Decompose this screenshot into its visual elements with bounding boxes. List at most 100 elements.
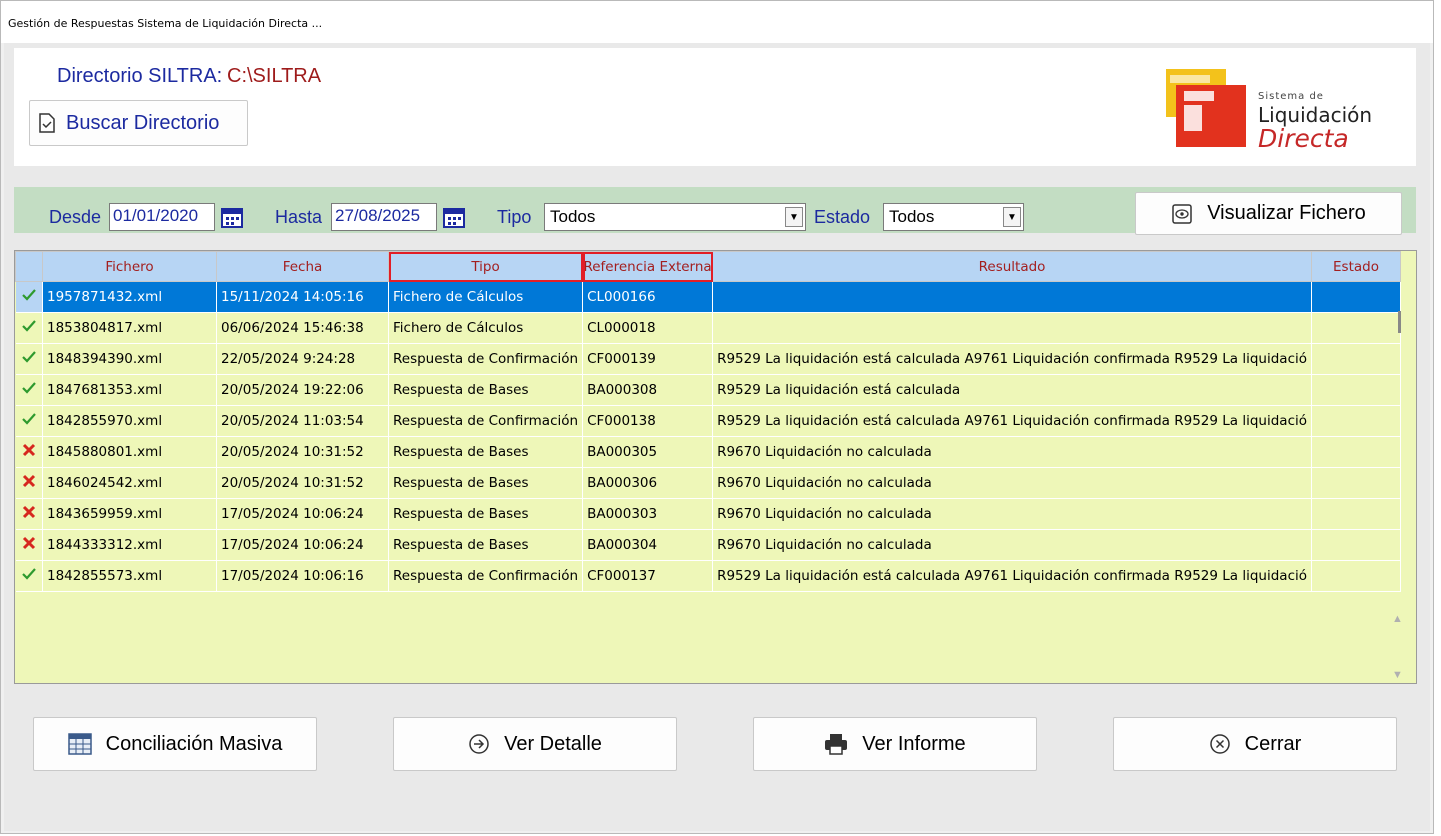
cell-tipo: Respuesta de Confirmación xyxy=(388,560,584,592)
row-status-cell xyxy=(15,281,43,313)
cell-resultado: R9670 Liquidación no calculada xyxy=(712,498,1312,530)
calendar-icon[interactable] xyxy=(220,205,244,229)
calendar-icon[interactable] xyxy=(442,205,466,229)
table-row[interactable]: 1843659959.xml 17/05/2024 10:06:24 Respues… xyxy=(15,498,1401,530)
estado-select-value: Todos xyxy=(889,207,935,226)
ver-detalle-button[interactable]: Ver Detalle xyxy=(393,717,677,771)
estado-select[interactable]: Todos ▼ xyxy=(883,203,1024,231)
cell-resultado: R9670 Liquidación no calculada xyxy=(712,529,1312,561)
cell-fichero: 1957871432.xml xyxy=(42,281,217,313)
app-window: Gestión de Respuestas Sistema de Liquida… xyxy=(0,0,1434,834)
cell-resultado: R9529 La liquidación está calculada xyxy=(712,374,1312,406)
cell-fecha: 20/05/2024 19:22:06 xyxy=(216,374,389,406)
responses-table: Fichero Fecha Tipo Referencia Externa Re… xyxy=(15,251,1401,592)
cell-fichero: 1848394390.xml xyxy=(42,343,217,375)
checkmark-icon xyxy=(21,320,36,332)
row-status-cell xyxy=(15,343,43,375)
printer-icon xyxy=(825,734,848,755)
grid-body: 1957871432.xml 15/11/2024 14:05:16 Fichero… xyxy=(15,281,1401,592)
view-file-icon xyxy=(1172,203,1192,224)
chevron-down-icon[interactable]: ▼ xyxy=(785,207,803,227)
column-header-referencia[interactable]: Referencia Externa xyxy=(582,251,714,282)
row-status-cell xyxy=(15,467,43,499)
cell-referencia: CL000018 xyxy=(582,312,714,344)
row-status-cell xyxy=(15,312,43,344)
logo-line1: Sistema de xyxy=(1258,91,1324,102)
cell-resultado xyxy=(712,312,1312,344)
arrow-right-circle-icon xyxy=(469,734,489,754)
cell-estado xyxy=(1311,374,1401,406)
error-x-icon xyxy=(22,474,35,488)
cell-referencia: CF000137 xyxy=(582,560,714,592)
tipo-select[interactable]: Todos ▼ xyxy=(544,203,806,231)
cell-estado xyxy=(1311,312,1401,344)
directory-label: Directorio SILTRA: xyxy=(57,65,223,87)
column-header-fecha[interactable]: Fecha xyxy=(216,251,389,282)
cell-fichero: 1842855573.xml xyxy=(42,560,217,592)
scrollbar-thumb[interactable] xyxy=(1398,311,1401,333)
grid-header-row: Fichero Fecha Tipo Referencia Externa Re… xyxy=(15,251,1401,282)
cell-fichero: 1842855970.xml xyxy=(42,405,217,437)
hasta-date-input[interactable]: 27/08/2025 xyxy=(331,203,437,231)
cell-fecha: 20/05/2024 10:31:52 xyxy=(216,467,389,499)
estado-label: Estado xyxy=(814,207,871,227)
cell-referencia: CF000138 xyxy=(582,405,714,437)
visualizar-fichero-label: Visualizar Fichero xyxy=(1207,202,1366,224)
desde-label: Desde xyxy=(49,207,102,227)
table-row[interactable]: 1847681353.xml 20/05/2024 19:22:06 Respues… xyxy=(15,374,1401,406)
cell-resultado: R9670 Liquidación no calculada xyxy=(712,436,1312,468)
table-row[interactable]: 1842855573.xml 17/05/2024 10:06:16 Respues… xyxy=(15,560,1401,592)
cell-estado xyxy=(1311,281,1401,313)
checkmark-icon xyxy=(21,568,36,580)
cell-estado xyxy=(1311,498,1401,530)
responses-grid: Fichero Fecha Tipo Referencia Externa Re… xyxy=(14,250,1417,684)
row-status-cell xyxy=(15,405,43,437)
title-bar: Gestión de Respuestas Sistema de Liquida… xyxy=(1,1,1433,43)
column-header-status xyxy=(15,251,43,282)
tipo-select-value: Todos xyxy=(550,207,596,226)
cell-estado xyxy=(1311,405,1401,437)
cell-tipo: Respuesta de Confirmación xyxy=(388,405,584,437)
cell-referencia: BA000305 xyxy=(582,436,714,468)
visualizar-fichero-button[interactable]: Visualizar Fichero xyxy=(1135,192,1402,235)
table-row[interactable]: 1848394390.xml 22/05/2024 9:24:28 Respuest… xyxy=(15,343,1401,375)
column-header-tipo[interactable]: Tipo xyxy=(387,251,584,282)
cell-tipo: Respuesta de Bases xyxy=(388,374,584,406)
ver-informe-button[interactable]: Ver Informe xyxy=(753,717,1037,771)
chevron-down-icon[interactable]: ▼ xyxy=(1003,207,1021,227)
checkmark-icon xyxy=(21,382,36,394)
cell-estado xyxy=(1311,436,1401,468)
cell-resultado xyxy=(712,281,1312,313)
conciliacion-masiva-button[interactable]: Conciliación Masiva xyxy=(33,717,317,771)
cell-referencia: BA000303 xyxy=(582,498,714,530)
ver-informe-label: Ver Informe xyxy=(862,732,966,755)
cell-tipo: Fichero de Cálculos xyxy=(388,281,584,313)
scroll-up-icon[interactable]: ▲ xyxy=(1392,613,1403,625)
column-header-fichero[interactable]: Fichero xyxy=(42,251,217,282)
scroll-down-icon[interactable]: ▼ xyxy=(1392,669,1403,681)
table-row[interactable]: 1853804817.xml 06/06/2024 15:46:38 Fichero… xyxy=(15,312,1401,344)
cell-tipo: Respuesta de Bases xyxy=(388,498,584,530)
buscar-directorio-button[interactable]: Buscar Directorio xyxy=(29,100,248,146)
checkmark-icon xyxy=(21,289,36,301)
cell-fecha: 20/05/2024 11:03:54 xyxy=(216,405,389,437)
column-header-resultado[interactable]: Resultado xyxy=(712,251,1312,282)
checkmark-icon xyxy=(21,351,36,363)
column-header-estado[interactable]: Estado xyxy=(1311,251,1401,282)
table-row[interactable]: 1844333312.xml 17/05/2024 10:06:24 Respues… xyxy=(15,529,1401,561)
desde-date-input[interactable]: 01/01/2020 xyxy=(109,203,215,231)
cell-fichero: 1853804817.xml xyxy=(42,312,217,344)
table-row[interactable]: 1957871432.xml 15/11/2024 14:05:16 Fichero… xyxy=(15,281,1401,313)
cell-fichero: 1846024542.xml xyxy=(42,467,217,499)
table-row[interactable]: 1846024542.xml 20/05/2024 10:31:52 Respues… xyxy=(15,467,1401,499)
cell-fecha: 22/05/2024 9:24:28 xyxy=(216,343,389,375)
table-row[interactable]: 1845880801.xml 20/05/2024 10:31:52 Respues… xyxy=(15,436,1401,468)
cell-fichero: 1843659959.xml xyxy=(42,498,217,530)
table-icon xyxy=(67,733,92,755)
cell-referencia: CF000139 xyxy=(582,343,714,375)
cell-resultado: R9529 La liquidación está calculada A976… xyxy=(712,560,1312,592)
cell-fecha: 15/11/2024 14:05:16 xyxy=(216,281,389,313)
close-circle-icon xyxy=(1209,734,1230,754)
cerrar-button[interactable]: Cerrar xyxy=(1113,717,1397,771)
table-row[interactable]: 1842855970.xml 20/05/2024 11:03:54 Respues… xyxy=(15,405,1401,437)
